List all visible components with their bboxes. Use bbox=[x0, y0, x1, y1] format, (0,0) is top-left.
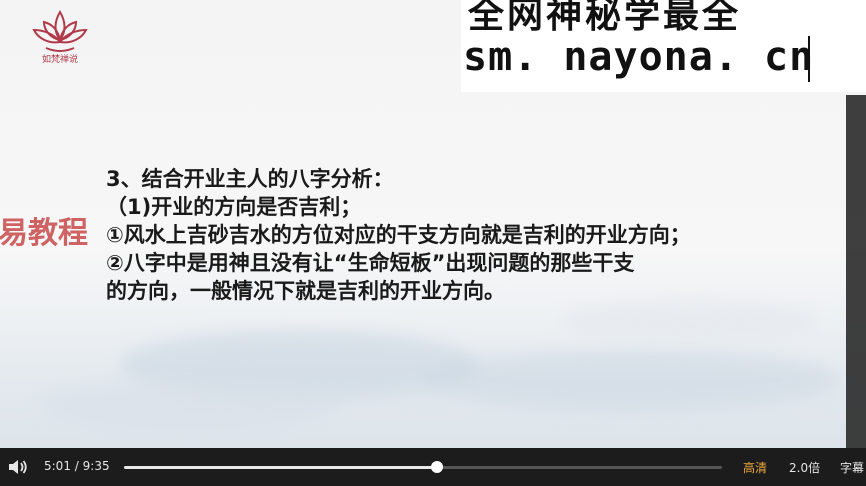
frame-edge bbox=[846, 95, 866, 448]
subtitles-button[interactable]: 字幕 bbox=[840, 459, 864, 476]
quality-button[interactable]: 高清 bbox=[743, 459, 767, 476]
video-frame[interactable]: 如梵禅说 全网神秘学最全 sm. nayona. cn 易教程 3、结合开业主人… bbox=[0, 0, 866, 448]
background-cloud bbox=[560, 300, 820, 340]
time-separator: / bbox=[74, 459, 79, 473]
slide-line: 的方向，一般情况下就是吉利的开业方向。 bbox=[106, 279, 505, 303]
background-cloud bbox=[40, 380, 340, 430]
current-time: 5:01 bbox=[44, 459, 71, 473]
watermark-url: sm. nayona. cn bbox=[463, 34, 815, 80]
slide-line: （1)开业的方向是否吉利； bbox=[106, 195, 362, 219]
duration: 9:35 bbox=[82, 459, 110, 473]
progress-bar[interactable] bbox=[124, 461, 722, 473]
time-display: 5:01 / 9:35 bbox=[44, 459, 110, 473]
side-watermark: 易教程 bbox=[0, 216, 88, 251]
control-bar: 5:01 / 9:35 高清 2.0倍 字幕 bbox=[0, 448, 866, 486]
progress-handle[interactable] bbox=[431, 461, 444, 473]
text-cursor bbox=[808, 36, 810, 82]
video-player[interactable]: 如梵禅说 全网神秘学最全 sm. nayona. cn 易教程 3、结合开业主人… bbox=[0, 0, 866, 486]
lotus-logo: 如梵禅说 bbox=[20, 8, 100, 78]
slide-line: ①风水上吉砂吉水的方位对应的干支方向就是吉利的开业方向； bbox=[106, 223, 691, 247]
volume-icon[interactable] bbox=[8, 459, 28, 479]
slide-line: ②八字中是用神且没有让“生命短板”出现问题的那些干支 bbox=[106, 251, 635, 275]
background-cloud bbox=[420, 350, 840, 410]
logo-caption: 如梵禅说 bbox=[41, 55, 78, 65]
lotus-icon bbox=[32, 10, 88, 52]
slide-line: 3、结合开业主人的八字分析： bbox=[106, 167, 394, 191]
slide-content: 3、结合开业主人的八字分析： （1)开业的方向是否吉利； ①风水上吉砂吉水的方位… bbox=[106, 165, 806, 305]
watermark-title: 全网神秘学最全 bbox=[468, 0, 742, 36]
progress-fill bbox=[124, 466, 438, 469]
speed-button[interactable]: 2.0倍 bbox=[789, 459, 820, 476]
